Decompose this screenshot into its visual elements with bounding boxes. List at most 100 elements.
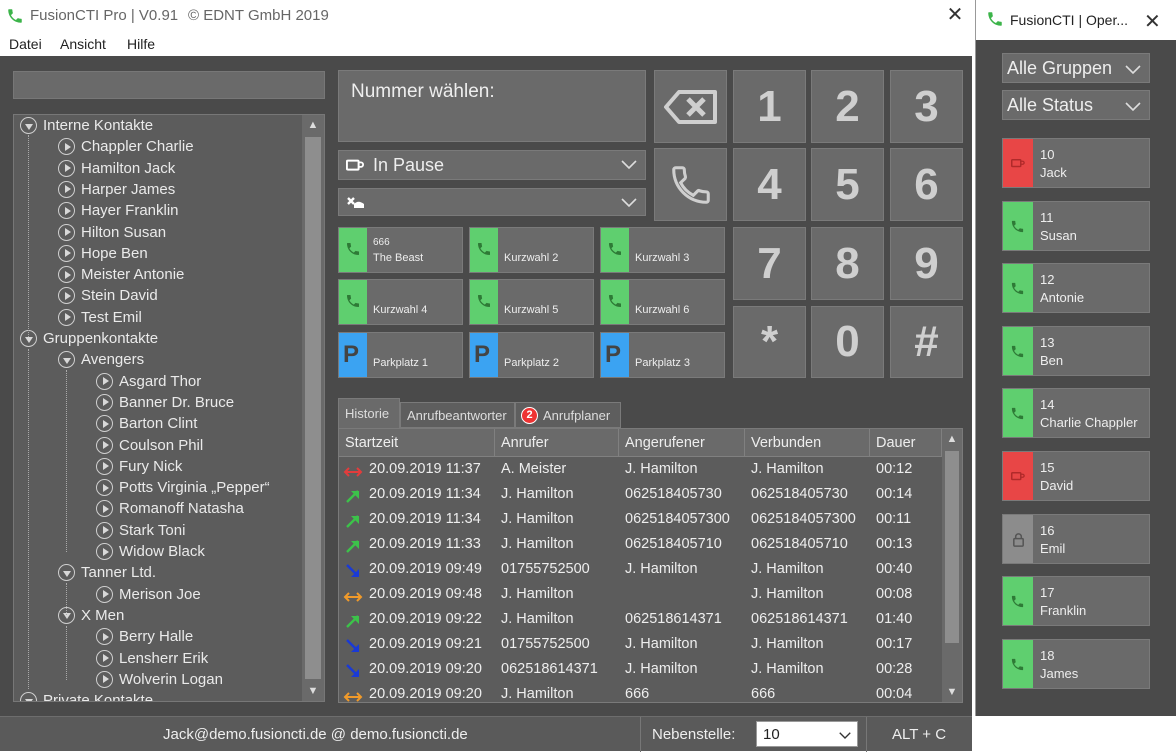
- operator-card[interactable]: 15 David: [1002, 451, 1150, 501]
- tree-item[interactable]: X Men: [58, 605, 124, 626]
- tree-item[interactable]: Wolverin Logan: [96, 669, 223, 690]
- scroll-down-icon[interactable]: ▼: [302, 681, 324, 701]
- tab-anrufbeantworter[interactable]: Anrufbeantworter: [400, 402, 515, 428]
- tree-item[interactable]: Harper James: [58, 179, 175, 200]
- tree-item[interactable]: Hamilton Jack: [58, 158, 175, 179]
- key-3[interactable]: 3: [890, 70, 963, 143]
- table-row[interactable]: 20.09.2019 09:48 J. Hamilton J. Hamilton 00…: [339, 583, 944, 608]
- expand-toggle-icon[interactable]: [96, 543, 113, 560]
- tree-item[interactable]: Stark Toni: [96, 520, 185, 541]
- expand-toggle-icon[interactable]: [96, 670, 113, 688]
- call-button[interactable]: [654, 148, 727, 221]
- table-row[interactable]: 20.09.2019 09:22 J. Hamilton 062518614371 0…: [339, 608, 944, 633]
- tree-item[interactable]: Interne Kontakte: [20, 115, 153, 136]
- close-icon[interactable]: ✕: [1144, 9, 1161, 34]
- expand-toggle-icon[interactable]: [96, 500, 113, 518]
- expand-toggle-icon[interactable]: [96, 393, 113, 411]
- expand-toggle-icon[interactable]: [58, 287, 75, 305]
- expand-toggle-icon[interactable]: [96, 585, 113, 603]
- expand-toggle-icon[interactable]: [58, 308, 75, 326]
- speed-dial-button[interactable]: Kurzwahl 6: [600, 279, 725, 325]
- table-row[interactable]: 20.09.2019 11:37 A. Meister J. Hamilton J. …: [339, 458, 944, 483]
- scroll-down-icon[interactable]: ▼: [942, 682, 962, 702]
- tree-item[interactable]: Chappler Charlie: [58, 136, 194, 157]
- history-scroll-thumb[interactable]: [945, 451, 959, 643]
- expand-toggle-icon[interactable]: [58, 223, 75, 241]
- call-history-table[interactable]: Startzeit Anrufer Angerufener Verbunden Daue…: [338, 428, 963, 703]
- tree-item[interactable]: Fury Nick: [96, 456, 182, 477]
- operator-card[interactable]: 16 Emil: [1002, 513, 1150, 564]
- key-hash[interactable]: #: [890, 306, 963, 378]
- expand-toggle-icon[interactable]: [96, 436, 113, 454]
- collapse-toggle-icon[interactable]: [20, 692, 37, 701]
- tree-item[interactable]: Berry Halle: [96, 626, 193, 647]
- expand-toggle-icon[interactable]: [96, 415, 113, 433]
- tree-scroll-thumb[interactable]: [305, 137, 321, 679]
- history-scrollbar[interactable]: ▲ ▼: [942, 429, 962, 702]
- key-4[interactable]: 4: [733, 148, 806, 221]
- close-icon[interactable]: ✕: [944, 4, 966, 26]
- group-filter-select[interactable]: Alle Gruppen: [1002, 53, 1150, 83]
- expand-toggle-icon[interactable]: [96, 479, 113, 497]
- tree-item[interactable]: Hilton Susan: [58, 222, 166, 243]
- tree-item[interactable]: Potts Virginia „Pepper“: [96, 477, 270, 498]
- expand-toggle-icon[interactable]: [96, 457, 113, 475]
- tree-item[interactable]: Stein David: [58, 285, 158, 306]
- table-row[interactable]: 20.09.2019 11:34J. Hamilton0625184057300…: [339, 483, 944, 508]
- tree-item[interactable]: Test Emil: [58, 307, 142, 328]
- operator-card[interactable]: 11 Susan: [1002, 200, 1150, 251]
- speed-dial-button[interactable]: P Parkplatz 1: [338, 332, 463, 378]
- collapse-toggle-icon[interactable]: [20, 117, 37, 134]
- table-row[interactable]: 20.09.2019 11:34J. Hamilton0625184057300…: [339, 508, 944, 533]
- table-row[interactable]: 20.09.2019 09:20 J. Hamilton 666 666 00:04: [339, 683, 944, 702]
- key-0[interactable]: 0: [811, 306, 884, 378]
- tree-item[interactable]: Lensherr Erik: [96, 648, 208, 669]
- tree-item[interactable]: Widow Black: [96, 541, 205, 562]
- key-2[interactable]: 2: [811, 70, 884, 143]
- column-header[interactable]: Verbunden: [745, 429, 870, 457]
- column-header[interactable]: Dauer: [870, 429, 942, 457]
- tree-item[interactable]: Banner Dr. Bruce: [96, 392, 234, 413]
- operator-card[interactable]: 13 Ben: [1002, 325, 1150, 376]
- speed-dial-button[interactable]: P Parkplatz 2: [469, 332, 594, 378]
- table-row[interactable]: 20.09.2019 09:20 062518614371 J. Hamilton J…: [339, 658, 944, 683]
- menu-hilfe[interactable]: Hilfe: [127, 36, 155, 52]
- tree-item[interactable]: Private Kontakte: [20, 690, 153, 701]
- menu-datei[interactable]: Datei: [9, 36, 42, 52]
- contact-search-input[interactable]: [13, 71, 325, 99]
- key-1[interactable]: 1: [733, 70, 806, 143]
- tree-item[interactable]: Merison Joe: [96, 584, 201, 605]
- number-input[interactable]: Nummer wählen:: [338, 70, 646, 142]
- key-5[interactable]: 5: [811, 148, 884, 221]
- tree-item[interactable]: Gruppenkontakte: [20, 328, 158, 349]
- backspace-button[interactable]: [654, 70, 727, 143]
- tree-item[interactable]: Hope Ben: [58, 243, 148, 264]
- forward-select[interactable]: [338, 188, 646, 216]
- operator-card[interactable]: 10 Jack: [1002, 138, 1150, 188]
- collapse-toggle-icon[interactable]: [58, 564, 75, 582]
- speed-dial-button[interactable]: Kurzwahl 5: [469, 279, 594, 325]
- speed-dial-button[interactable]: P Parkplatz 3: [600, 332, 725, 378]
- table-row[interactable]: 20.09.2019 09:21 01755752500 J. Hamilton J.…: [339, 633, 944, 658]
- operator-card[interactable]: 18 James: [1002, 638, 1150, 689]
- scroll-up-icon[interactable]: ▲: [302, 115, 324, 135]
- expand-toggle-icon[interactable]: [58, 202, 75, 220]
- operator-card[interactable]: 14 Charlie Chappler: [1002, 388, 1150, 439]
- column-header[interactable]: Anrufer: [495, 429, 619, 457]
- expand-toggle-icon[interactable]: [58, 244, 75, 262]
- contact-tree[interactable]: Interne Kontakte Chappler Charlie Hamilt…: [13, 114, 325, 702]
- expand-toggle-icon[interactable]: [96, 372, 113, 390]
- collapse-toggle-icon[interactable]: [58, 351, 75, 369]
- status-select[interactable]: In Pause: [338, 150, 646, 180]
- tree-item[interactable]: Tanner Ltd.: [58, 562, 156, 583]
- expand-toggle-icon[interactable]: [58, 138, 75, 156]
- key-7[interactable]: 7: [733, 227, 806, 300]
- speed-dial-button[interactable]: Kurzwahl 4: [338, 279, 463, 325]
- tree-item[interactable]: Coulson Phil: [96, 435, 203, 456]
- tree-item[interactable]: Barton Clint: [96, 413, 197, 434]
- extension-select[interactable]: 10: [756, 721, 858, 747]
- tree-item[interactable]: Asgard Thor: [96, 371, 201, 392]
- key-6[interactable]: 6: [890, 148, 963, 221]
- expand-toggle-icon[interactable]: [96, 649, 113, 667]
- tree-item[interactable]: Romanoff Natasha: [96, 498, 244, 519]
